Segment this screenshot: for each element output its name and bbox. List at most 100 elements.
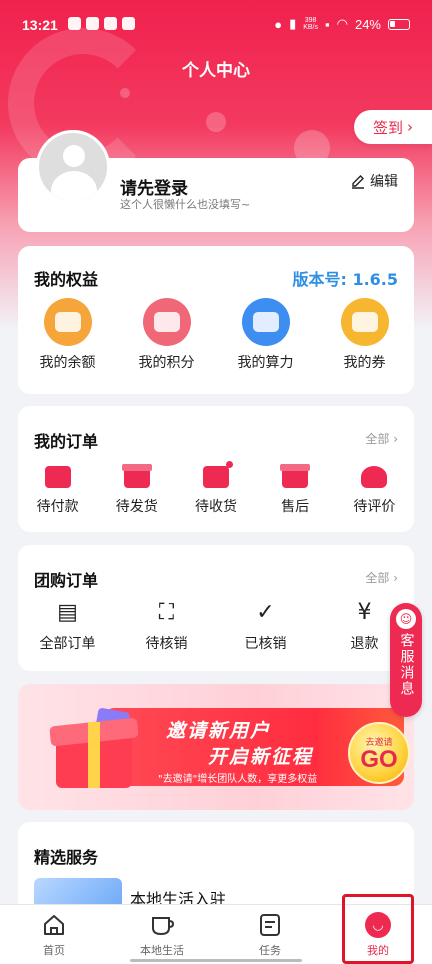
group-order-label: 退款	[350, 636, 379, 652]
benefits-title: 我的权益	[34, 270, 99, 289]
group-order-label: 待核销	[145, 636, 188, 652]
order-label: 待收货	[194, 499, 237, 515]
flower-icon	[358, 460, 390, 490]
edit-button[interactable]: 编辑	[350, 171, 398, 191]
benefit-label: 我的券	[343, 355, 386, 371]
order-pending-receipt[interactable]: 待收货	[180, 460, 252, 516]
order-pending-payment[interactable]: 待付款	[22, 460, 94, 516]
benefit-coupons[interactable]: 我的券	[320, 298, 410, 372]
benefit-label: 我的积分	[138, 355, 195, 371]
vibrate-icon: ▮	[289, 16, 297, 31]
check-circle-icon: ✓	[256, 599, 275, 625]
benefits-grid: 我的余额 我的积分 我的算力 我的券	[18, 298, 414, 372]
group-order-label: 全部订单	[39, 636, 96, 652]
app-icon	[86, 17, 99, 30]
group-orders-grid: ▤ 全部订单 ⛶ 待核销 ✓ 已核销 ¥ 退款	[18, 597, 414, 653]
benefit-points[interactable]: 我的积分	[122, 298, 212, 372]
wallet-icon	[43, 298, 92, 346]
page-title: 个人中心	[182, 61, 250, 81]
order-label: 售后	[281, 499, 310, 515]
compute-icon	[241, 298, 290, 346]
sign-in-label: 签到	[372, 118, 403, 137]
return-icon	[279, 460, 311, 490]
home-icon	[40, 911, 68, 939]
avatar-head	[63, 145, 85, 167]
order-pending-review[interactable]: 待评价	[338, 460, 410, 516]
order-after-sales[interactable]: 售后	[259, 460, 331, 516]
group-orders-all-link[interactable]: 全部 ›	[365, 569, 398, 586]
tab-home[interactable]: 首页	[0, 905, 108, 964]
task-list-icon	[256, 911, 284, 939]
network-speed: 398 KB/s	[303, 17, 318, 31]
order-label: 待付款	[36, 499, 79, 515]
group-pending-redeem[interactable]: ⛶ 待核销	[122, 597, 212, 653]
smile-icon: ☺	[396, 609, 416, 629]
sign-in-button[interactable]: 签到 ›	[354, 110, 432, 144]
edit-label: 编辑	[370, 174, 398, 190]
orders-all-link[interactable]: 全部 ›	[365, 430, 398, 447]
status-time: 13:21	[22, 17, 58, 33]
net-speed-value: 398	[304, 17, 317, 24]
orders-all-label: 全部	[365, 432, 390, 446]
sim-icon: ▪	[325, 16, 330, 32]
order-label: 待评价	[353, 499, 396, 515]
mail-icon	[68, 17, 81, 30]
yen-icon: ¥	[357, 599, 372, 625]
banner-title-line1: 邀请新用户	[166, 720, 272, 742]
home-indicator	[130, 959, 302, 962]
profile-motto: 这个人很懒什么也没填写~	[120, 198, 251, 211]
coupon-icon	[340, 298, 389, 346]
tab-label: 首页	[43, 944, 65, 957]
avatar[interactable]	[36, 130, 110, 204]
customer-service-label: 客服消息	[398, 633, 415, 697]
tab-tasks[interactable]: 任务	[216, 905, 324, 964]
version-label: 版本号: 1.6.5	[292, 270, 398, 289]
app-icon	[122, 17, 135, 30]
benefit-compute[interactable]: 我的算力	[221, 298, 311, 372]
order-label: 待发货	[115, 499, 158, 515]
status-bar: 13:21 ● ▮ 398 KB/s ▪ ◠ 24%	[0, 0, 432, 50]
group-orders-title: 团购订单	[34, 571, 99, 590]
document-icon: ▤	[57, 599, 78, 625]
benefit-balance[interactable]: 我的余额	[23, 298, 113, 372]
box-icon	[200, 460, 233, 490]
orders-card: 我的订单 全部 › 待付款 待发货 待收货 售后 待评价	[18, 406, 414, 532]
pencil-icon	[352, 175, 364, 189]
orders-title: 我的订单	[34, 432, 99, 451]
benefits-card: 我的权益 版本号: 1.6.5 我的余额 我的积分 我的算力 我的券	[18, 246, 414, 394]
cup-icon	[148, 911, 176, 939]
location-icon: ●	[274, 16, 283, 32]
notification-icons	[68, 17, 135, 30]
tab-label: 本地生活	[140, 944, 184, 957]
status-right: ● ▮ 398 KB/s ▪ ◠ 24%	[274, 16, 410, 32]
gift-illustration	[42, 706, 146, 792]
banner-subtitle: "去邀请"增长团队人数，享更多权益	[158, 774, 318, 785]
decor-bubble	[120, 88, 130, 98]
avatar-body	[51, 171, 97, 201]
benefit-label: 我的算力	[237, 355, 294, 371]
group-orders-card: 团购订单 全部 › ▤ 全部订单 ⛶ 待核销 ✓ 已核销 ¥ 退款	[18, 545, 414, 671]
profile-card[interactable]: 请先登录 这个人很懒什么也没填写~ 编辑	[18, 130, 414, 232]
group-order-label: 已核销	[244, 636, 287, 652]
orders-grid: 待付款 待发货 待收货 售后 待评价	[18, 460, 414, 516]
app-icon	[104, 17, 117, 30]
chevron-right-icon: ›	[407, 118, 413, 136]
scan-icon: ⛶	[158, 599, 175, 625]
group-orders-all-label: 全部	[365, 571, 390, 585]
group-redeemed[interactable]: ✓ 已核销	[221, 597, 311, 653]
group-all-orders[interactable]: ▤ 全部订单	[23, 597, 113, 653]
tab-local-life[interactable]: 本地生活	[108, 905, 216, 964]
selection-highlight	[342, 894, 414, 964]
go-big-label: GO	[360, 745, 398, 773]
decor-bubble	[206, 112, 226, 132]
wifi-icon: ◠	[336, 16, 348, 31]
customer-service-button[interactable]: ☺ 客服消息	[390, 603, 422, 717]
order-pending-shipment[interactable]: 待发货	[101, 460, 173, 516]
invite-go-button[interactable]: 去邀请 GO	[348, 722, 410, 784]
battery-percent: 24%	[354, 16, 381, 32]
benefit-label: 我的余额	[39, 355, 96, 371]
net-speed-unit: KB/s	[303, 24, 319, 31]
wallet-icon	[42, 460, 74, 490]
invite-banner[interactable]: 邀请新用户 开启新征程 "去邀请"增长团队人数，享更多权益 去邀请 GO	[18, 684, 414, 810]
banner-title-line2: 开启新征程	[208, 746, 314, 768]
